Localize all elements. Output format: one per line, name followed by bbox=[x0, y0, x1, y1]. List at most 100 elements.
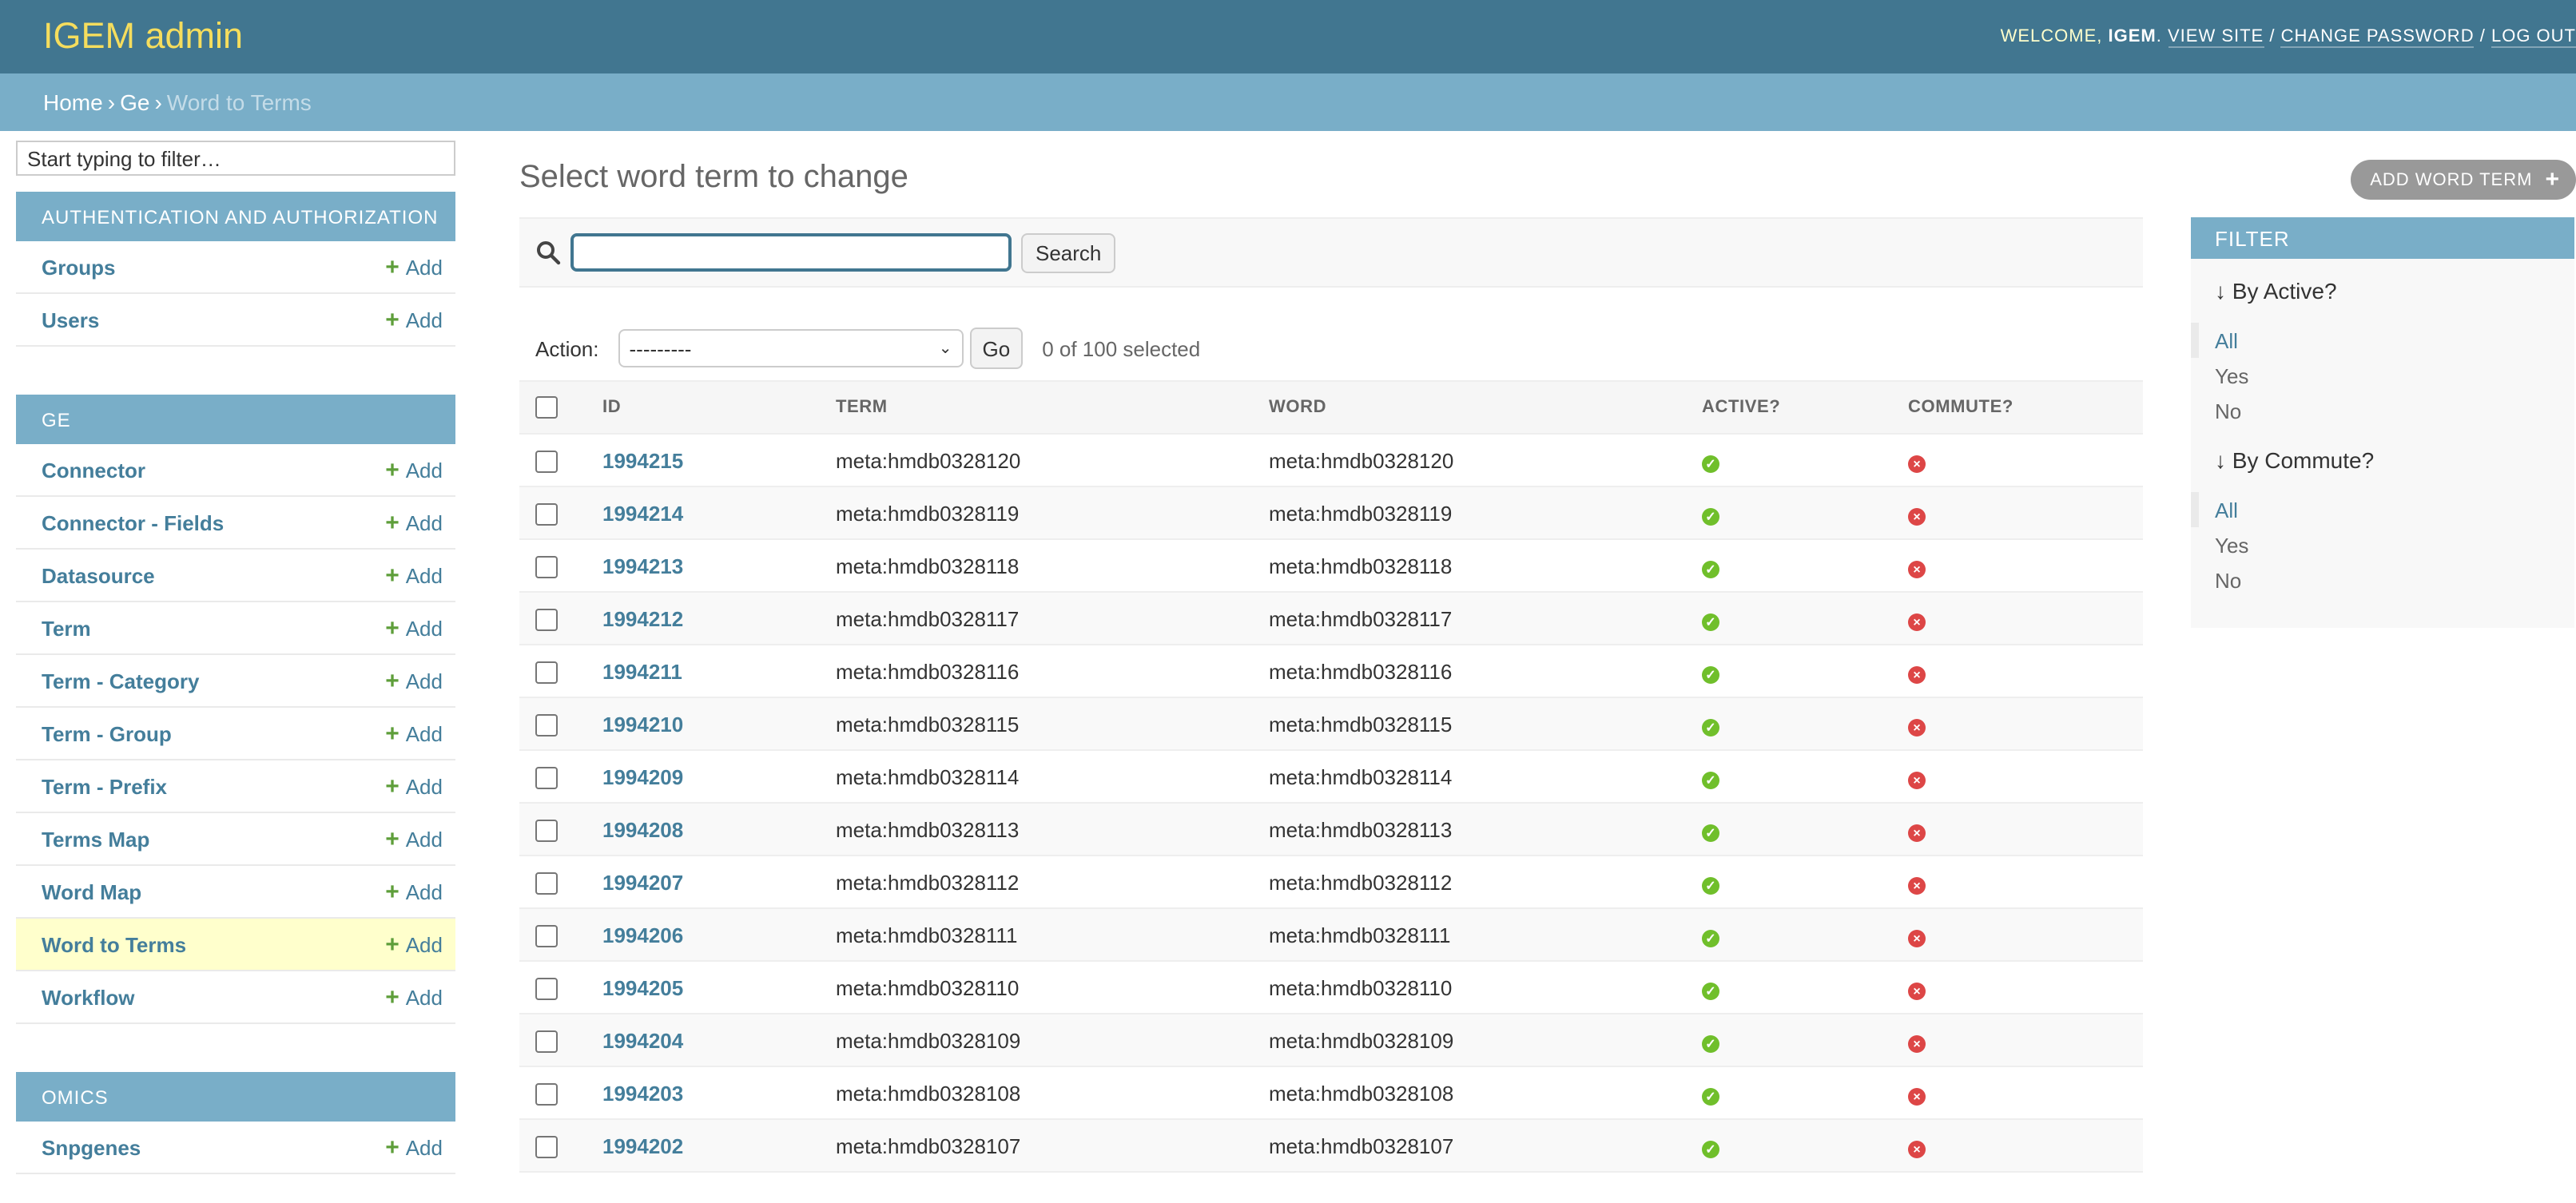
breadcrumb-home[interactable]: Home bbox=[43, 89, 103, 115]
row-id-link[interactable]: 1994204 bbox=[602, 1028, 683, 1052]
row-checkbox[interactable] bbox=[535, 661, 558, 684]
sidebar-item-label[interactable]: Users bbox=[42, 308, 99, 332]
welcome-text: WELCOME, bbox=[2000, 27, 2103, 46]
sidebar-item-label[interactable]: Connector - Fields bbox=[42, 510, 224, 534]
filter-option-no[interactable]: No bbox=[2191, 393, 2574, 428]
add-link[interactable]: + Add bbox=[385, 458, 443, 482]
sidebar-item-label[interactable]: Term - Prefix bbox=[42, 774, 167, 798]
row-term: meta:hmdb0328117 bbox=[836, 592, 1269, 645]
sidebar-item-label[interactable]: Groups bbox=[42, 255, 115, 279]
row-id-link[interactable]: 1994211 bbox=[602, 659, 682, 683]
nav-sidebar: AUTHENTICATION AND AUTHORIZATIONGroups+A… bbox=[16, 131, 455, 1174]
sidebar-item-label[interactable]: Datasource bbox=[42, 563, 155, 587]
arrow-down-icon: ↓ bbox=[2215, 447, 2232, 473]
add-link[interactable]: + Add bbox=[385, 255, 443, 279]
row-checkbox[interactable] bbox=[535, 608, 558, 631]
add-link[interactable]: + Add bbox=[385, 1135, 443, 1159]
row-checkbox[interactable] bbox=[535, 924, 558, 947]
add-link-label: Add bbox=[405, 458, 443, 482]
add-link-label: Add bbox=[405, 879, 443, 903]
add-link-label: Add bbox=[405, 669, 443, 693]
row-term: meta:hmdb0328118 bbox=[836, 539, 1269, 593]
add-link[interactable]: + Add bbox=[385, 721, 443, 745]
column-header-term[interactable]: TERM bbox=[836, 380, 1269, 435]
sidebar-item-label[interactable]: Word Map bbox=[42, 879, 141, 903]
search-icon bbox=[537, 241, 561, 265]
sidebar-item-label[interactable]: Terms Map bbox=[42, 827, 149, 851]
add-link[interactable]: + Add bbox=[385, 510, 443, 534]
add-link[interactable]: + Add bbox=[385, 669, 443, 693]
row-id-link[interactable]: 1994202 bbox=[602, 1134, 683, 1157]
row-id-link[interactable]: 1994207 bbox=[602, 870, 683, 894]
column-header-commute[interactable]: COMMUTE? bbox=[1908, 380, 2143, 435]
nav-filter-input[interactable] bbox=[16, 141, 455, 176]
breadcrumb-app[interactable]: Ge bbox=[120, 89, 149, 115]
add-word-term-button[interactable]: ADD WORD TERM + bbox=[2351, 160, 2576, 200]
plus-icon: + bbox=[385, 253, 400, 280]
add-link-label: Add bbox=[405, 721, 443, 745]
add-link[interactable]: + Add bbox=[385, 879, 443, 903]
sidebar-item-label[interactable]: Word to Terms bbox=[42, 932, 186, 956]
row-checkbox[interactable] bbox=[535, 713, 558, 736]
search-button[interactable]: Search bbox=[1021, 232, 1116, 272]
go-button[interactable]: Go bbox=[969, 328, 1024, 369]
sidebar-item-label[interactable]: Workflow bbox=[42, 985, 135, 1009]
add-link[interactable]: + Add bbox=[385, 985, 443, 1009]
row-checkbox[interactable] bbox=[535, 1082, 558, 1106]
log-out-link[interactable]: LOG OUT bbox=[2491, 27, 2576, 48]
row-id-link[interactable]: 1994208 bbox=[602, 817, 683, 841]
filter-option-yes[interactable]: Yes bbox=[2191, 358, 2574, 393]
row-id-link[interactable]: 1994203 bbox=[602, 1081, 683, 1105]
row-checkbox[interactable] bbox=[535, 555, 558, 578]
search-input[interactable] bbox=[570, 233, 1012, 272]
site-brand[interactable]: IGEM admin bbox=[43, 16, 243, 58]
filter-option-all[interactable]: All bbox=[2191, 492, 2574, 527]
x-icon: × bbox=[1908, 455, 1926, 472]
row-id-link[interactable]: 1994212 bbox=[602, 606, 683, 630]
row-id-link[interactable]: 1994210 bbox=[602, 712, 683, 736]
column-header-active[interactable]: ACTIVE? bbox=[1702, 380, 1908, 435]
row-id-link[interactable]: 1994206 bbox=[602, 923, 683, 947]
filter-option-no[interactable]: No bbox=[2191, 562, 2574, 598]
add-link[interactable]: + Add bbox=[385, 563, 443, 587]
action-select[interactable]: --------- ⌄ bbox=[618, 329, 964, 367]
add-link-label: Add bbox=[405, 616, 443, 640]
plus-icon: + bbox=[385, 720, 400, 747]
app-caption[interactable]: GE bbox=[16, 395, 455, 444]
row-checkbox[interactable] bbox=[535, 977, 558, 1000]
row-id-link[interactable]: 1994205 bbox=[602, 975, 683, 999]
sidebar-item-label[interactable]: Term bbox=[42, 616, 91, 640]
sidebar-item-label[interactable]: Connector bbox=[42, 458, 145, 482]
plus-icon: + bbox=[2545, 166, 2560, 193]
column-header-word[interactable]: WORD bbox=[1269, 380, 1702, 435]
add-link[interactable]: + Add bbox=[385, 616, 443, 640]
table-row: 1994207 meta:hmdb0328112 meta:hmdb0328112 ✓… bbox=[519, 856, 2143, 909]
row-id-link[interactable]: 1994209 bbox=[602, 764, 683, 788]
column-header-id[interactable]: ID bbox=[602, 380, 836, 435]
row-id-link[interactable]: 1994215 bbox=[602, 448, 683, 472]
add-link[interactable]: + Add bbox=[385, 932, 443, 956]
row-checkbox[interactable] bbox=[535, 1135, 558, 1158]
row-checkbox[interactable] bbox=[535, 819, 558, 842]
app-caption[interactable]: AUTHENTICATION AND AUTHORIZATION bbox=[16, 192, 455, 241]
filter-option-yes[interactable]: Yes bbox=[2191, 527, 2574, 562]
view-site-link[interactable]: VIEW SITE bbox=[2168, 27, 2264, 48]
filter-option-all[interactable]: All bbox=[2191, 323, 2574, 358]
add-link[interactable]: + Add bbox=[385, 774, 443, 798]
row-id-link[interactable]: 1994214 bbox=[602, 501, 683, 525]
sidebar-item-label[interactable]: Term - Category bbox=[42, 669, 199, 693]
row-id-link[interactable]: 1994213 bbox=[602, 554, 683, 578]
select-all-checkbox[interactable] bbox=[535, 396, 558, 419]
sidebar-item-label[interactable]: Snpgenes bbox=[42, 1135, 141, 1159]
change-password-link[interactable]: CHANGE PASSWORD bbox=[2280, 27, 2475, 48]
sidebar-item-label[interactable]: Term - Group bbox=[42, 721, 172, 745]
row-checkbox[interactable] bbox=[535, 450, 558, 473]
row-checkbox[interactable] bbox=[535, 871, 558, 895]
row-checkbox[interactable] bbox=[535, 766, 558, 789]
row-checkbox[interactable] bbox=[535, 502, 558, 526]
add-link[interactable]: + Add bbox=[385, 308, 443, 332]
app-caption[interactable]: OMICS bbox=[16, 1072, 455, 1122]
row-checkbox[interactable] bbox=[535, 1030, 558, 1053]
add-link[interactable]: + Add bbox=[385, 827, 443, 851]
filter-heading-by-active: ↓ By Active? bbox=[2191, 259, 2574, 307]
